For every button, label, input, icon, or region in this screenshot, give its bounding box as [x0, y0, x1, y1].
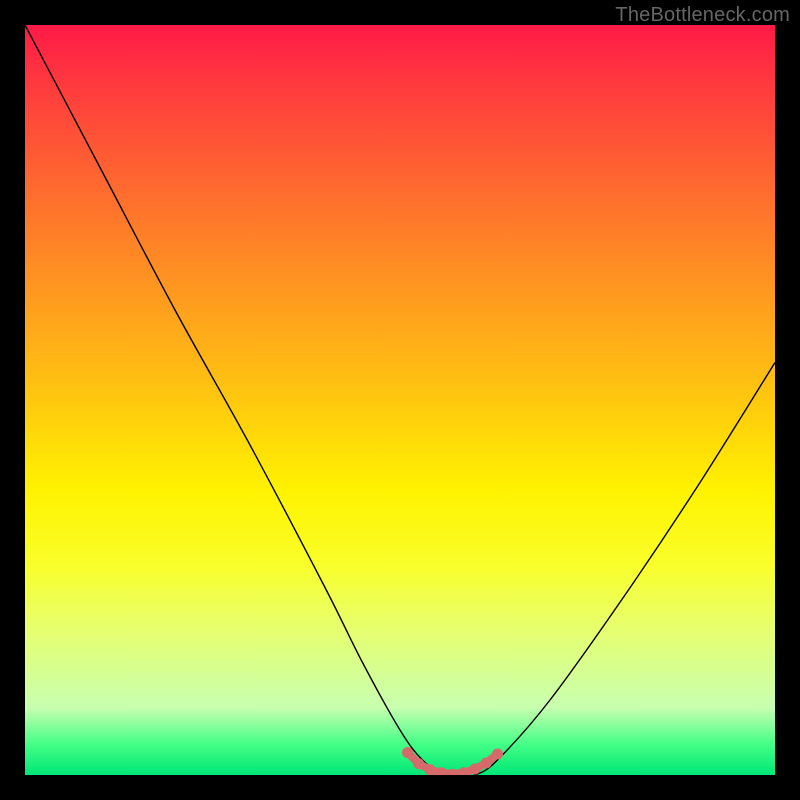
highlight-dot — [470, 764, 481, 775]
highlight-dot — [425, 764, 436, 775]
chart-svg — [25, 25, 775, 775]
watermark-text: TheBottleneck.com — [615, 4, 790, 27]
bottleneck-chart: TheBottleneck.com — [0, 0, 800, 800]
highlight-dot — [413, 758, 424, 769]
highlight-dot — [481, 758, 492, 769]
optimal-range-marker — [402, 747, 503, 775]
highlight-dot — [492, 749, 503, 760]
highlight-dot — [402, 747, 413, 758]
highlight-dot — [447, 769, 458, 775]
bottleneck-curve — [25, 25, 775, 775]
plot-area — [25, 25, 775, 775]
